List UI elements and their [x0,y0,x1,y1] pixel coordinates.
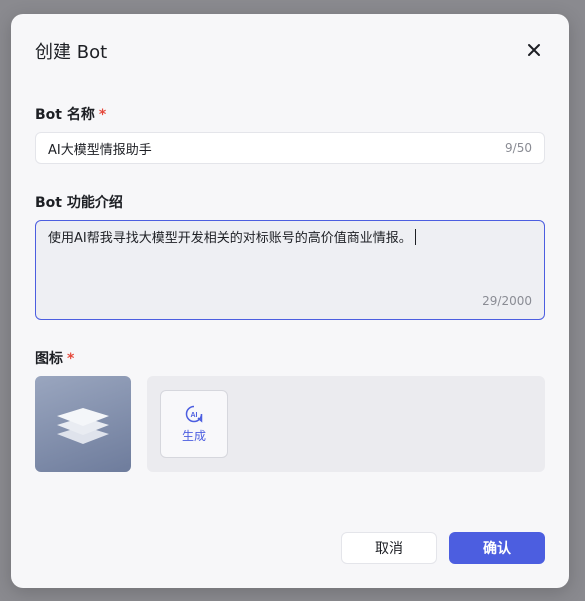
bot-icon-preview[interactable] [35,376,131,472]
svg-text:AI: AI [191,412,198,419]
dialog-title: 创建 Bot [35,42,108,63]
bot-description-label: Bot 功能介绍 [35,195,123,211]
confirm-button[interactable]: 确认 [449,532,545,564]
close-button[interactable] [523,39,545,61]
icon-options-panel: AI 生成 [147,376,545,472]
text-caret [414,229,416,245]
required-mark: * [67,351,75,367]
bot-name-counter: 9/50 [505,141,532,155]
close-icon [528,44,540,56]
bot-name-input[interactable]: AI大模型情报助手 9/50 [35,132,545,164]
generate-label: 生成 [181,428,206,443]
bot-description-textarea[interactable]: 使用AI帮我寻找大模型开发相关的对标账号的高价值商业情报。 29/2000 [35,220,545,320]
bot-description-counter: 29/2000 [482,294,532,308]
generate-icon-button[interactable]: AI 生成 [160,390,228,458]
required-mark: * [98,107,107,123]
icon-label: 图标 * [35,351,75,367]
bot-name-label: Bot 名称 * [35,107,107,123]
cancel-button[interactable]: 取消 [341,532,437,564]
ai-icon: AI [185,405,203,423]
layers-icon [57,408,109,444]
create-bot-dialog: 创建 Bot Bot 名称 * AI大模型情报助手 9/50 Bot 功能介绍 使… [11,14,569,588]
bot-name-value: AI大模型情报助手 [48,142,152,158]
bot-description-value: 使用AI帮我寻找大模型开发相关的对标账号的高价值商业情报。 [48,231,412,246]
